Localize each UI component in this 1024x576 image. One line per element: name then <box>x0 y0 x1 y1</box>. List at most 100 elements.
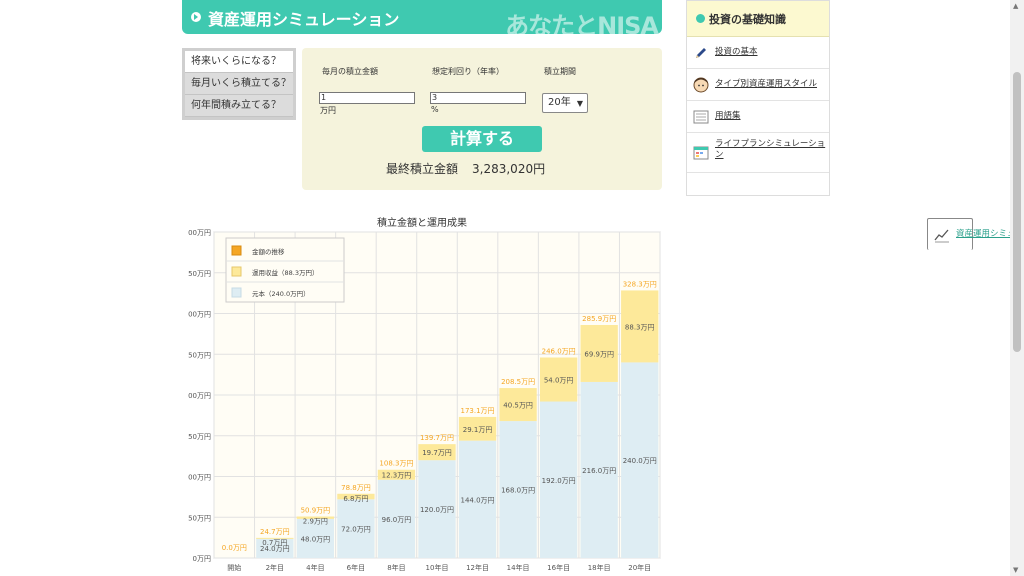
legend-label: 運用収益（88.3万円） <box>252 268 318 277</box>
y-tick-label: 00万円 <box>188 229 211 237</box>
mode-tabs: 将来いくらになる？ 毎月いくら積立てる？ 何年間積み立てる？ <box>182 48 296 120</box>
person-icon <box>693 77 709 93</box>
legend-label: 金額の推移 <box>252 247 285 256</box>
principal-value-label: 240.0万円 <box>623 457 657 465</box>
total-value-label: 328.3万円 <box>623 280 657 288</box>
result-row: 最終積立金額 3,283,020円 <box>386 160 545 177</box>
profit-value-label: 29.1万円 <box>463 426 493 434</box>
sidebar-item-label: ライフプランシミュレーション <box>715 139 826 160</box>
stacked-bar-chart: 0万円 50万円 00万円 50万円 00万円 50万円 00万円 50万円 00万円 0.0万円… <box>188 229 661 572</box>
brand-logo: あなたとNISA <box>505 12 659 34</box>
arrow-circle-icon <box>696 14 705 23</box>
total-value-label: 24.7万円 <box>260 528 290 536</box>
monthly-amount-input[interactable]: 1 <box>319 92 415 104</box>
legend-swatch-principal <box>231 287 242 298</box>
profit-value-label: 54.0万円 <box>544 377 574 385</box>
sidebar-item-label: タイプ別資産運用スタイル <box>715 79 818 89</box>
monthly-amount-label: 毎月の積立金額 <box>322 67 378 76</box>
total-value-label: 139.7万円 <box>420 434 454 442</box>
y-tick-label: 0万円 <box>193 555 211 563</box>
principal-value-label: 216.0万円 <box>582 467 616 475</box>
profit-value-label: 40.5万円 <box>503 402 533 410</box>
profit-value-label: 6.8万円 <box>343 495 368 503</box>
profit-value-label: 19.7万円 <box>422 449 452 457</box>
profit-value-label: 0.7万円 <box>262 539 287 547</box>
y-tick-label: 50万円 <box>188 270 211 278</box>
principal-value-label: 120.0万円 <box>420 506 454 514</box>
scroll-up-icon[interactable]: ▲ <box>1013 2 1018 10</box>
x-tick-label: 20年目 <box>628 563 651 572</box>
arrow-circle-icon <box>191 12 201 22</box>
period-select-value: 20年 <box>548 97 571 108</box>
interest-rate-input[interactable]: 3 <box>430 92 526 104</box>
tab-monthly-amount[interactable]: 毎月いくら積立てる？ <box>185 73 293 95</box>
x-tick-label: 6年目 <box>347 563 365 572</box>
interest-rate-label: 想定利回り（年率） <box>432 67 504 76</box>
page-scrollbar[interactable]: ▲ ▼ <box>1010 0 1024 576</box>
principal-value-label: 96.0万円 <box>382 516 412 524</box>
principal-value-label: 144.0万円 <box>461 496 495 504</box>
sidebar: 投資の基礎知識 投資の基本 タイプ別資産運用スタイル 用語集 ライフプランシミュ… <box>686 0 1024 250</box>
period-select[interactable]: 20年 ▼ <box>542 93 588 113</box>
sidebar-item-lifeplan[interactable]: ライフプランシミュレーション <box>687 133 829 173</box>
total-value-label: 173.1万円 <box>461 407 495 415</box>
y-tick-label: 50万円 <box>188 514 211 522</box>
y-tick-label: 00万円 <box>188 392 211 400</box>
sidebar-item-styles[interactable]: タイプ別資産運用スタイル <box>687 69 829 101</box>
x-tick-label: 12年目 <box>466 563 489 572</box>
principal-value-label: 192.0万円 <box>542 477 576 485</box>
sidebar-item-basics[interactable]: 投資の基本 <box>687 37 829 69</box>
result-value: 3,283,020円 <box>472 162 546 176</box>
period-label: 積立期間 <box>544 67 576 76</box>
total-value-label: 50.9万円 <box>301 507 331 515</box>
calendar-icon <box>693 146 709 160</box>
x-tick-label: 8年目 <box>387 563 405 572</box>
sidebar-item-label: 用語集 <box>715 111 741 121</box>
page-title: 資産運用シミュレーション <box>208 10 400 29</box>
x-tick-label: 10年目 <box>426 563 449 572</box>
scrollbar-thumb[interactable] <box>1013 72 1021 352</box>
x-tick-label: 14年目 <box>507 563 530 572</box>
tab-years[interactable]: 何年間積み立てる？ <box>185 95 293 117</box>
profit-value-label: 2.9万円 <box>303 518 328 526</box>
y-tick-label: 00万円 <box>188 311 211 319</box>
principal-value-label: 168.0万円 <box>501 487 535 495</box>
tab-future-amount[interactable]: 将来いくらになる？ <box>185 51 293 73</box>
profit-value-label: 69.9万円 <box>584 350 614 358</box>
calculate-button[interactable]: 計算する <box>422 126 542 152</box>
principal-value-label: 48.0万円 <box>301 535 331 543</box>
total-value-label: 78.8万円 <box>341 484 371 492</box>
y-tick-label: 50万円 <box>188 351 211 359</box>
pencil-icon <box>696 48 706 58</box>
profit-value-label: 88.3万円 <box>625 323 655 331</box>
x-tick-label: 18年目 <box>588 563 611 572</box>
interest-rate-unit: % <box>431 105 439 114</box>
x-tick-label: 4年目 <box>306 563 324 572</box>
chart-icon <box>934 229 949 243</box>
x-tick-label: 開始 <box>227 563 241 572</box>
result-label: 最終積立金額 <box>386 162 459 176</box>
legend-swatch-trend <box>231 245 242 256</box>
page-header-banner: 資産運用シミュレーション あなたとNISA <box>182 0 662 34</box>
total-value-label: 0.0万円 <box>222 544 247 552</box>
x-tick-label: 2年目 <box>266 563 284 572</box>
sidebar-item-label: 投資の基本 <box>715 47 758 57</box>
simulation-form: 毎月の積立金額 想定利回り（年率） 積立期間 1 万円 3 % 20年 ▼ 計算… <box>302 48 662 190</box>
scroll-down-icon[interactable]: ▼ <box>1013 566 1018 574</box>
book-icon <box>693 110 709 124</box>
sidebar-header: 投資の基礎知識 <box>687 1 829 37</box>
principal-value-label: 72.0万円 <box>341 526 371 534</box>
sidebar-item-glossary[interactable]: 用語集 <box>687 101 829 133</box>
x-tick-label: 16年目 <box>547 563 570 572</box>
y-tick-label: 50万円 <box>188 433 211 441</box>
monthly-amount-unit: 万円 <box>320 106 336 115</box>
sidebar-item-simulation[interactable]: 資産運用シミュレーション <box>927 218 1024 250</box>
profit-value-label: 12.3万円 <box>382 472 412 480</box>
chevron-down-icon: ▼ <box>576 99 583 108</box>
total-value-label: 246.0万円 <box>542 348 576 356</box>
legend-swatch-profit <box>231 266 242 277</box>
legend-label: 元本（240.0万円） <box>252 289 310 298</box>
total-value-label: 108.3万円 <box>379 460 413 468</box>
total-value-label: 208.5万円 <box>501 378 535 386</box>
y-tick-label: 00万円 <box>188 474 211 482</box>
